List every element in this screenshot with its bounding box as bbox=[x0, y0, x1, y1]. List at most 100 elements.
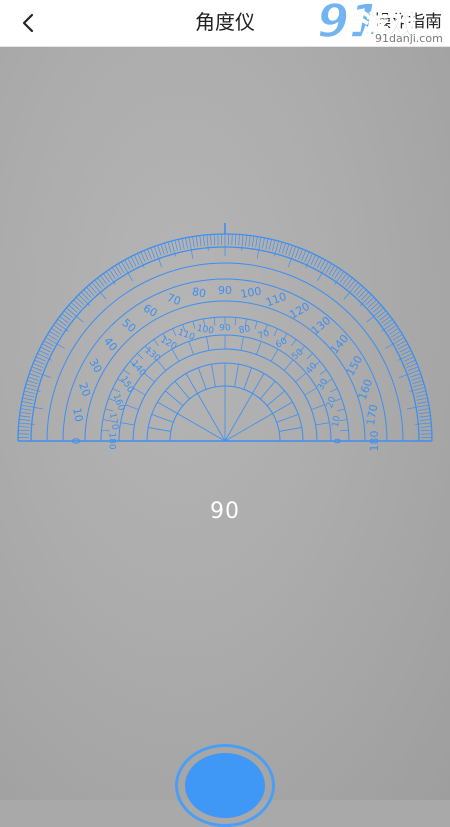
protractor-center-spoke bbox=[225, 393, 253, 441]
protractor-outer-label: 160 bbox=[356, 377, 375, 401]
protractor-inner-label: 130 bbox=[142, 345, 162, 364]
protractor-tick bbox=[131, 257, 136, 267]
protractor-outer-label: 110 bbox=[264, 290, 288, 309]
protractor-spoke bbox=[260, 381, 275, 399]
protractor-outer-label: 10 bbox=[70, 407, 85, 423]
protractor-inner-label: 80 bbox=[238, 324, 251, 336]
protractor-tick bbox=[21, 409, 32, 411]
protractor-spoke bbox=[157, 402, 177, 414]
protractor-tick bbox=[32, 367, 42, 371]
protractor-tick bbox=[269, 239, 271, 250]
protractor-inner-tick bbox=[341, 430, 349, 431]
protractor-outer-label: 90 bbox=[218, 284, 232, 297]
protractor-tick bbox=[55, 322, 68, 331]
protractor-tick bbox=[415, 391, 426, 394]
protractor-tick bbox=[39, 350, 49, 355]
protractor-inner-tick bbox=[105, 409, 113, 411]
protractor-tick bbox=[79, 295, 90, 306]
protractor-spoke bbox=[284, 360, 293, 371]
protractor-tick bbox=[335, 271, 344, 284]
help-guide-button[interactable]: 操作指南 bbox=[374, 0, 442, 47]
protractor-inner-label: 10 bbox=[331, 415, 343, 428]
protractor-tick bbox=[26, 384, 37, 387]
protractor-tick bbox=[33, 363, 43, 367]
shutter-button[interactable] bbox=[175, 744, 275, 827]
protractor-spoke bbox=[244, 368, 252, 390]
protractor-spoke bbox=[305, 388, 317, 395]
protractor-tick bbox=[175, 240, 178, 251]
protractor-tick bbox=[154, 246, 162, 267]
protractor-tick bbox=[413, 384, 424, 387]
protractor-tick bbox=[407, 405, 429, 409]
protractor-spoke bbox=[148, 427, 171, 431]
protractor-spoke bbox=[253, 373, 265, 393]
protractor-tick bbox=[419, 412, 430, 414]
protractor-tick bbox=[410, 374, 420, 378]
protractor-tick bbox=[41, 347, 51, 352]
protractor-tick bbox=[360, 295, 371, 306]
protractor-tick bbox=[186, 238, 188, 249]
protractor-outer-label: 80 bbox=[191, 285, 207, 300]
protractor-tick bbox=[29, 374, 39, 378]
protractor-spoke bbox=[175, 381, 190, 399]
protractor-tick bbox=[178, 239, 180, 250]
protractor-inner-tick bbox=[337, 409, 345, 411]
protractor-outer-label: 60 bbox=[141, 302, 160, 320]
protractor-spoke bbox=[198, 368, 206, 390]
protractor-spoke bbox=[271, 349, 278, 361]
protractor-tick bbox=[417, 398, 428, 400]
protractor-spoke bbox=[207, 337, 209, 351]
protractor-inner-tick bbox=[330, 389, 337, 392]
protractor-tick bbox=[211, 235, 212, 246]
protractor-tick bbox=[272, 240, 275, 251]
protractor-tick bbox=[168, 242, 171, 253]
protractor-tick bbox=[21, 405, 43, 409]
protractor-tick bbox=[141, 252, 145, 262]
protractor-spoke bbox=[125, 405, 138, 410]
protractor-tick bbox=[22, 402, 33, 404]
protractor-spoke bbox=[186, 373, 198, 393]
protractor-tick bbox=[411, 377, 421, 380]
protractor-tick bbox=[239, 235, 240, 246]
protractor-spoke bbox=[279, 427, 302, 431]
protractor-inner-tick bbox=[113, 389, 120, 392]
protractor-spoke bbox=[311, 405, 324, 410]
protractor-tick bbox=[311, 255, 316, 265]
protractor-inner-tick bbox=[320, 370, 327, 375]
protractor-overlay: 0102030405060708090100110120130140150160… bbox=[0, 47, 450, 800]
protractor-inner-tick bbox=[214, 317, 215, 325]
protractor-spoke bbox=[273, 402, 293, 414]
protractor-tick bbox=[196, 236, 198, 247]
protractor-spoke bbox=[144, 373, 155, 382]
shutter-button-icon bbox=[185, 753, 265, 818]
protractor-inner-label: 140 bbox=[129, 359, 148, 379]
protractor-tick bbox=[24, 391, 35, 394]
protractor-spoke bbox=[189, 341, 194, 354]
protractor-tick bbox=[27, 380, 38, 383]
protractor-center-spoke bbox=[198, 393, 226, 441]
protractor-tick bbox=[200, 236, 201, 247]
protractor-tick bbox=[295, 248, 299, 258]
protractor-tick bbox=[164, 243, 167, 254]
protractor-tick bbox=[282, 243, 285, 254]
protractor-tick bbox=[289, 245, 293, 255]
protractor-tick bbox=[305, 252, 309, 262]
protractor-spoke bbox=[277, 414, 299, 422]
protractor-inner-label: 100 bbox=[196, 324, 215, 337]
protractor-tick bbox=[420, 419, 431, 420]
protractor-tick bbox=[407, 363, 417, 367]
protractor-inner-label: 170 bbox=[107, 412, 120, 431]
protractor-tick bbox=[257, 237, 261, 259]
protractor-tick bbox=[408, 367, 418, 371]
protractor-tick bbox=[144, 250, 148, 260]
protractor-spoke bbox=[267, 391, 285, 406]
camera-preview: 0102030405060708090100110120130140150160… bbox=[0, 47, 450, 800]
protractor-spoke bbox=[295, 373, 306, 382]
angle-reading: 90 bbox=[0, 499, 450, 524]
protractor-tick bbox=[106, 271, 115, 284]
protractor-tick bbox=[419, 409, 430, 411]
protractor-tick bbox=[288, 246, 296, 267]
protractor-center-spoke bbox=[177, 414, 225, 442]
protractor-tick bbox=[256, 237, 258, 248]
protractor-tick bbox=[314, 257, 319, 267]
